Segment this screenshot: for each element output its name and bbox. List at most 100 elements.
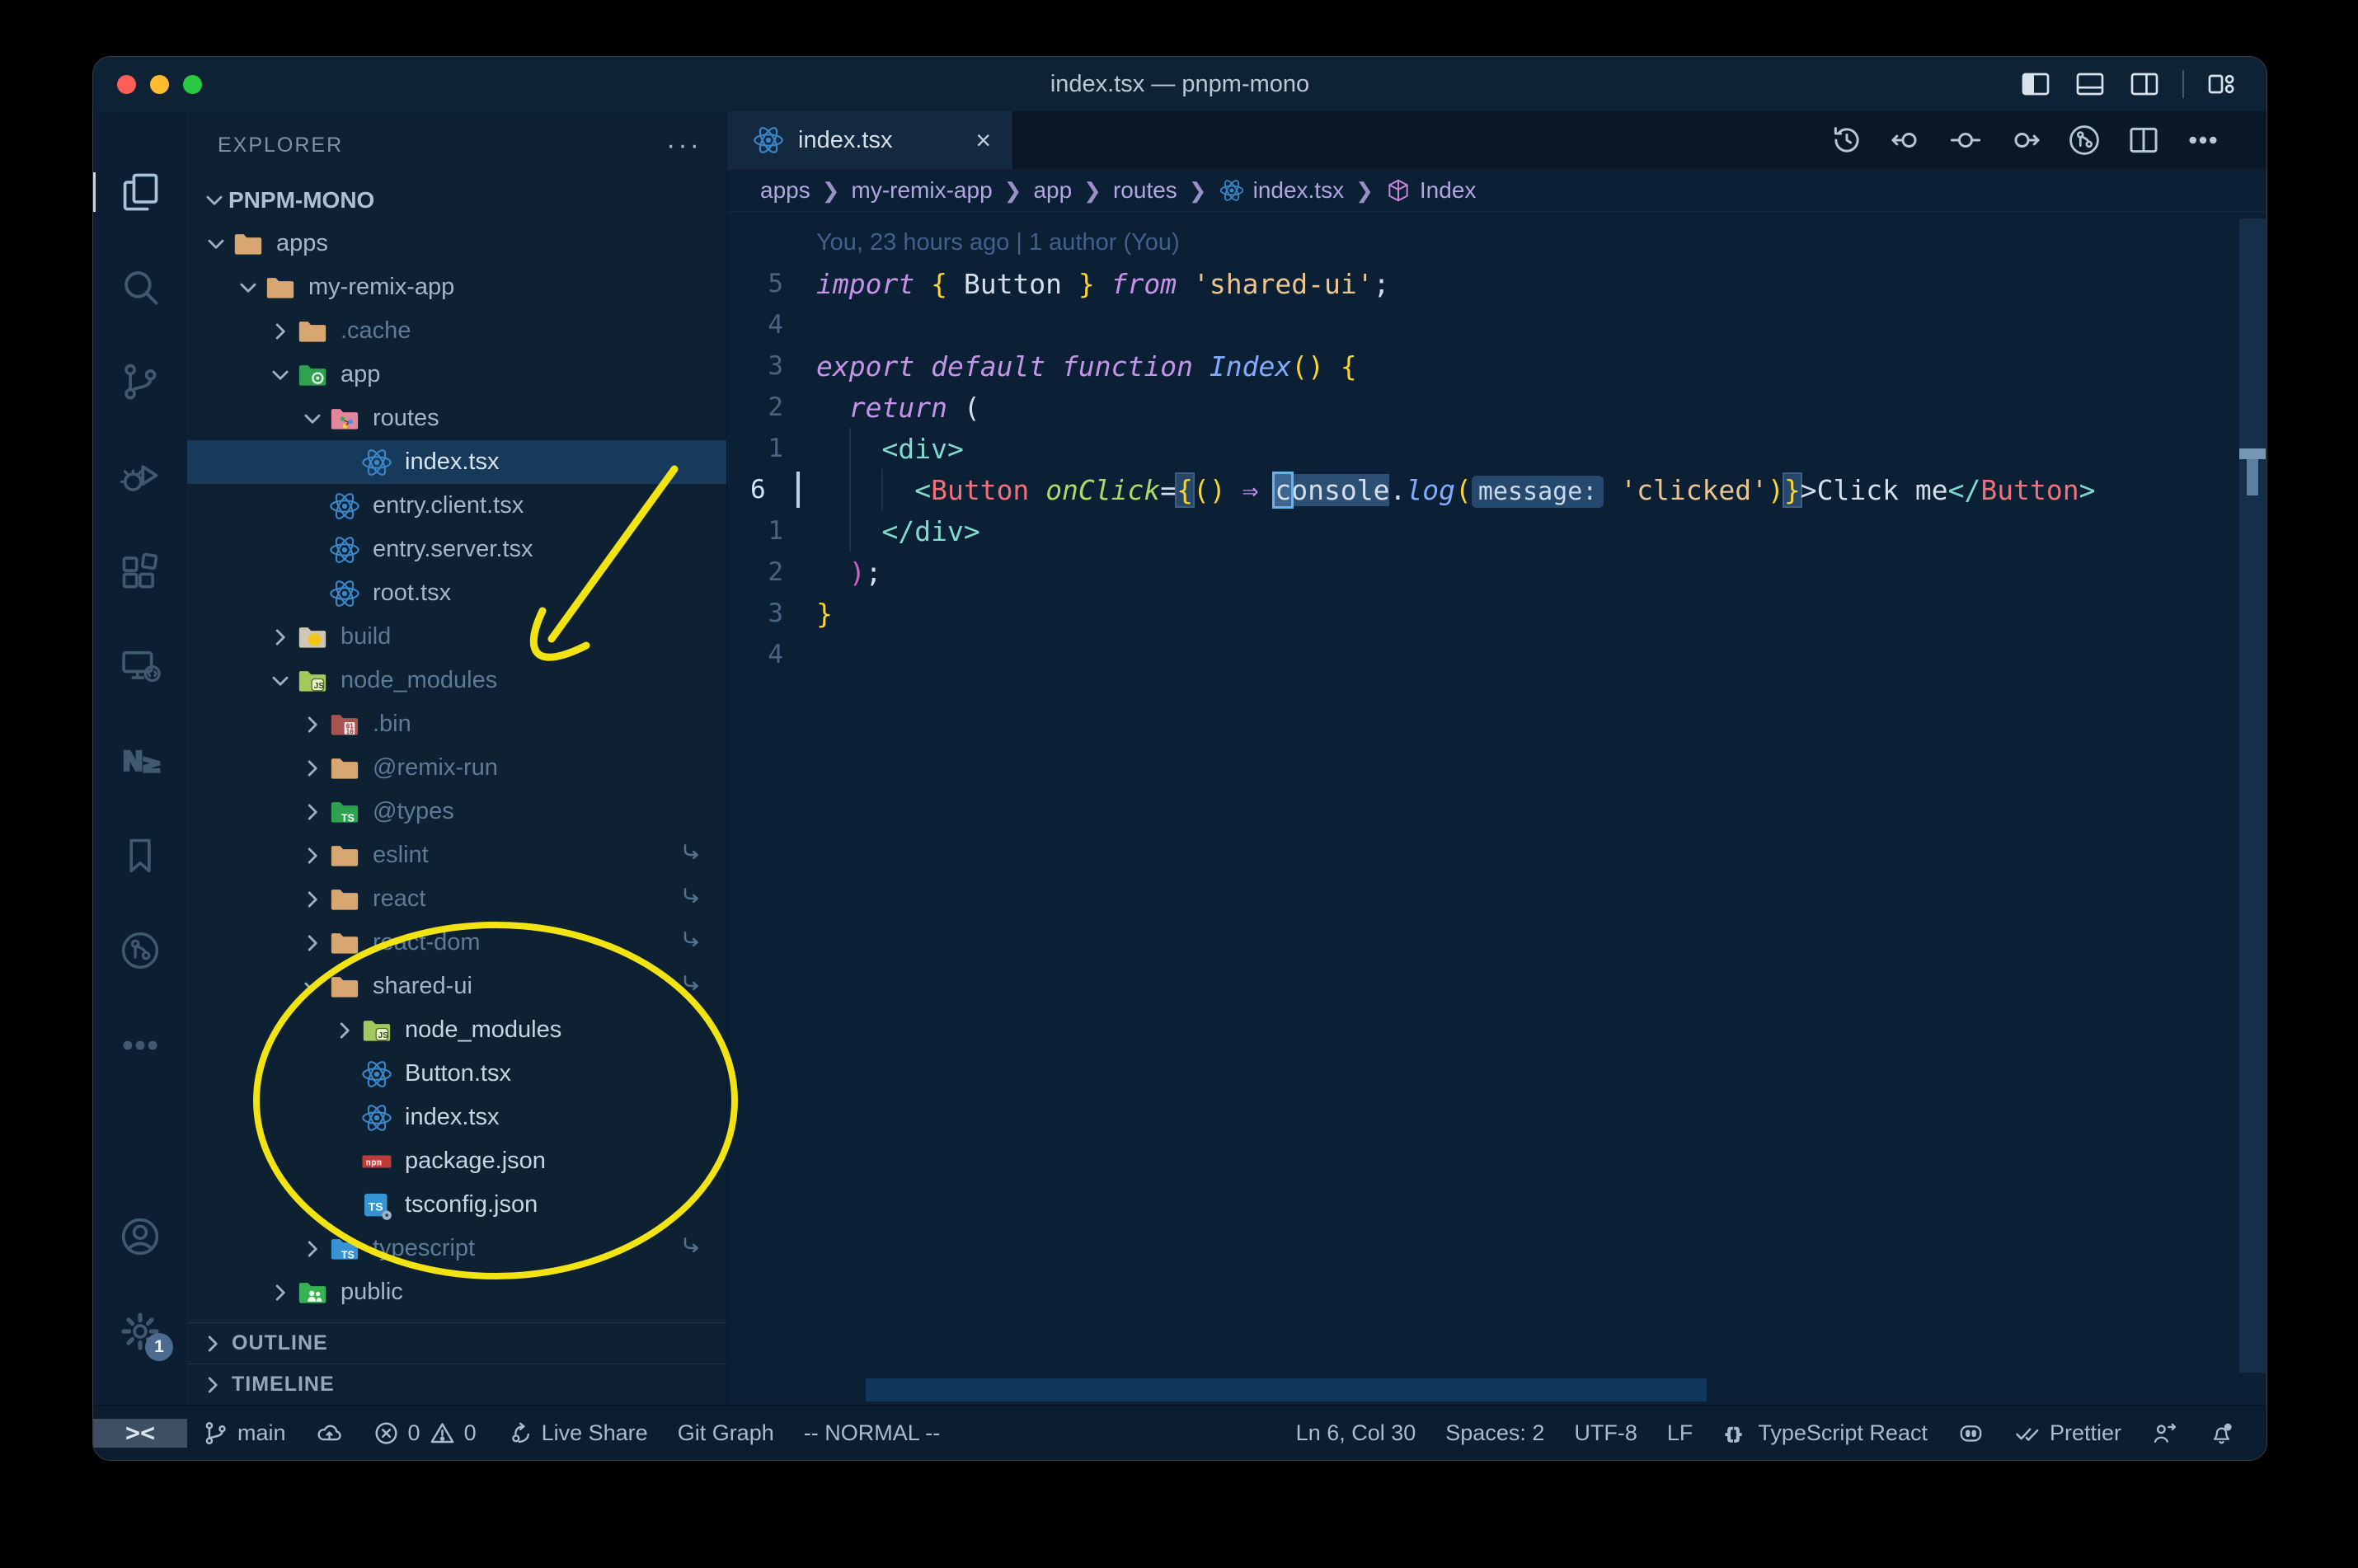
breadcrumb-item-routes[interactable]: routes [1113,177,1177,204]
status-git-branch[interactable]: main [187,1420,301,1447]
tree-item-app[interactable]: app [187,353,726,397]
layout-custom-icon[interactable] [2205,68,2238,101]
activitybar-gitlens-icon[interactable] [119,929,162,972]
activitybar-explorer-icon[interactable] [93,171,162,214]
tree-item-routes[interactable]: routes [187,397,726,440]
tree-item-entry-server-tsx[interactable]: entry.server.tsx [187,528,726,571]
tree-item-eslint[interactable]: eslint [187,833,726,877]
status-copilot[interactable] [1942,1420,1999,1447]
close-window-button[interactable] [117,74,136,94]
chevron-right-icon[interactable] [298,885,326,913]
split-editor-icon[interactable] [2126,123,2161,157]
next-change-icon[interactable] [2008,123,2042,157]
activitybar-nx-console-icon[interactable]: N ≥ [119,739,163,782]
sidebar-section-timeline[interactable]: TIMELINE [187,1364,726,1405]
activitybar-more-icon[interactable] [119,1024,162,1067]
status-language-mode[interactable]: {} TypeScript React [1707,1420,1942,1447]
tree-item-typescript[interactable]: TS typescript [187,1227,726,1270]
tree-item-shared-ui[interactable]: shared-ui [187,965,726,1008]
tree-item-node-modules[interactable]: JS node_modules [187,1008,726,1052]
breadcrumb-item-apps[interactable]: apps [760,177,810,204]
tree-item-tsconfig-json[interactable]: TS tsconfig.json [187,1183,726,1227]
tree-item--types[interactable]: TS @types [187,790,726,833]
activitybar-source-control-icon[interactable] [119,360,162,403]
activitybar-settings-icon[interactable]: 1 [119,1310,173,1361]
chevron-down-icon[interactable] [266,361,294,389]
status-vim-mode[interactable]: -- NORMAL -- [789,1420,955,1446]
activitybar-remote-explorer-icon[interactable] [119,645,162,688]
horizontal-scrollbar[interactable] [866,1378,1707,1401]
status-feedback[interactable] [2136,1420,2193,1447]
chevron-right-icon[interactable] [266,1279,294,1307]
tree-item-my-remix-app[interactable]: my-remix-app [187,265,726,309]
tree-item-public[interactable]: public [187,1270,726,1314]
current-change-icon[interactable] [1948,123,1983,157]
chevron-right-icon[interactable] [266,623,294,651]
activitybar-account-icon[interactable] [119,1215,162,1258]
titlebar[interactable]: index.tsx — pnpm-mono [93,57,2266,111]
tree-item--bin[interactable]: 01 10 .bin [187,702,726,746]
status-eol[interactable]: LF [1652,1420,1708,1446]
remote-indicator[interactable]: >< [93,1418,187,1448]
activitybar-run-debug-icon[interactable] [119,455,162,498]
tree-item-apps[interactable]: apps [187,222,726,265]
chevron-right-icon[interactable] [298,929,326,957]
tree-item-react[interactable]: react [187,877,726,921]
tree-item-index-tsx[interactable]: index.tsx [187,440,726,484]
vertical-scrollbar-slider[interactable] [2239,218,2266,1373]
chevron-right-icon[interactable] [298,754,326,782]
status-sync-changes[interactable] [301,1420,358,1447]
tree-item-root-tsx[interactable]: root.tsx [187,571,726,615]
chevron-right-icon[interactable] [266,317,294,345]
file-history-icon[interactable] [2067,123,2102,157]
breadcrumb-item-index-tsx[interactable]: index.tsx [1219,177,1344,204]
status-formatter[interactable]: Prettier [1999,1420,2136,1447]
project-root-row[interactable]: PNPM-MONO [187,179,726,222]
chevron-right-icon[interactable] [298,711,326,739]
sidebar-section-outline[interactable]: OUTLINE [187,1322,726,1364]
chevron-right-icon[interactable] [298,798,326,826]
zoom-window-button[interactable] [183,74,202,94]
status-live-share[interactable]: Live Share [491,1420,663,1447]
minimize-window-button[interactable] [150,74,169,94]
status-git-graph[interactable]: Git Graph [663,1420,789,1446]
chevron-down-icon[interactable] [266,667,294,695]
chevron-down-icon[interactable] [234,274,262,302]
tree-item-index-tsx[interactable]: index.tsx [187,1096,726,1139]
status-notifications[interactable] [2193,1420,2250,1447]
chevron-right-icon[interactable] [298,1235,326,1263]
layout-panel-icon[interactable] [2074,68,2107,101]
tree-item--cache[interactable]: .cache [187,309,726,353]
status-indentation[interactable]: Spaces: 2 [1430,1420,1559,1446]
chevron-right-icon[interactable] [331,1016,359,1045]
vertical-scrollbar[interactable] [2238,212,2266,1405]
tree-item--remix-run[interactable]: @remix-run [187,746,726,790]
activitybar-extensions-icon[interactable] [119,550,162,593]
layout-right-icon[interactable] [2128,68,2161,101]
chevron-right-icon[interactable] [298,842,326,870]
chevron-down-icon[interactable] [298,405,326,433]
status-cursor-position[interactable]: Ln 6, Col 30 [1281,1420,1431,1446]
status-encoding[interactable]: UTF-8 [1559,1420,1652,1446]
chevron-down-icon[interactable] [202,230,230,258]
layout-left-icon[interactable] [2019,68,2052,101]
explorer-actions-button[interactable]: ··· [666,131,702,159]
more-actions-icon[interactable] [2186,123,2220,157]
activitybar-bookmarks-icon[interactable] [119,834,162,877]
tree-item-react-dom[interactable]: react-dom [187,921,726,965]
tree-item-entry-client-tsx[interactable]: entry.client.tsx [187,484,726,528]
close-tab-icon[interactable]: × [975,125,991,156]
breadcrumb-item-my-remix-app[interactable]: my-remix-app [852,177,993,204]
timeline-history-icon[interactable] [1830,123,1864,157]
breadcrumb-item-app[interactable]: app [1033,177,1072,204]
breadcrumb-item-index[interactable]: Index [1385,177,1476,204]
tree-item-button-tsx[interactable]: Button.tsx [187,1052,726,1096]
activitybar-search-icon[interactable] [119,265,162,308]
previous-change-icon[interactable] [1889,123,1924,157]
code-editor[interactable]: You, 23 hours ago | 1 author (You) 5 impor… [727,212,2266,1405]
tree-item-build[interactable]: build [187,615,726,659]
tree-item-package-json[interactable]: npm package.json [187,1139,726,1183]
status-problems[interactable]: 00 [358,1420,491,1447]
tab-index-tsx[interactable]: index.tsx × [727,111,1013,169]
tree-item-node-modules[interactable]: JS node_modules [187,659,726,702]
